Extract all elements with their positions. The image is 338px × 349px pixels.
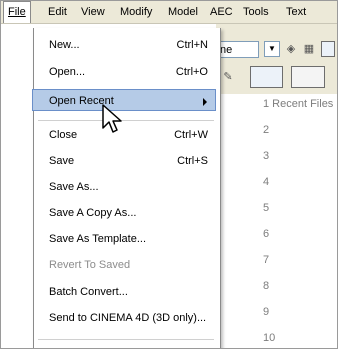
submenu-arrow-icon (203, 98, 207, 106)
menu-model[interactable]: Model (164, 1, 202, 23)
recent-file-8[interactable]: 8 (263, 280, 269, 292)
menu-item-save[interactable]: Save Ctrl+S (34, 150, 220, 172)
menu-item-save-a-copy-as[interactable]: Save A Copy As... (34, 202, 220, 224)
menu-item-close[interactable]: Close Ctrl+W (34, 124, 220, 146)
menu-item-open[interactable]: Open... Ctrl+O (34, 61, 220, 83)
snap-icon[interactable] (250, 66, 283, 88)
file-menu-dropdown: New... Ctrl+N Open... Ctrl+O Open Recent… (32, 28, 221, 348)
recent-file-3[interactable]: 3 (263, 150, 269, 162)
pencil-icon[interactable]: ✎ (220, 69, 236, 85)
menu-separator (38, 339, 214, 340)
menu-item-save-as-template[interactable]: Save As Template... (34, 228, 220, 250)
menu-bar: File Edit View Modify Model AEC Tools Te… (1, 1, 337, 24)
menu-separator (38, 120, 214, 121)
menu-item-open-recent[interactable]: Open Recent (32, 89, 216, 111)
app-window: File Edit View Modify Model AEC Tools Te… (0, 0, 338, 349)
mouse-cursor-icon (102, 104, 122, 133)
recent-file-10[interactable]: 10 (263, 332, 275, 344)
recent-file-7[interactable]: 7 (263, 254, 269, 266)
menu-item-batch-convert[interactable]: Batch Convert... (34, 281, 220, 303)
menu-text[interactable]: Text (282, 1, 310, 23)
layers-icon[interactable]: ◈ (283, 41, 299, 57)
menu-item-new[interactable]: New... Ctrl+N (34, 34, 220, 56)
menu-tools[interactable]: Tools (239, 1, 273, 23)
menu-item-save-as[interactable]: Save As... (34, 176, 220, 198)
layer-combo[interactable]: ne (216, 41, 259, 58)
recent-file-9[interactable]: 9 (263, 306, 269, 318)
menu-file[interactable]: File (3, 1, 31, 23)
palette-icon[interactable] (321, 41, 335, 57)
menu-edit[interactable]: Edit (44, 1, 71, 23)
recent-file-4[interactable]: 4 (263, 176, 269, 188)
recent-file-2[interactable]: 2 (263, 124, 269, 136)
recent-file-6[interactable]: 6 (263, 228, 269, 240)
rectangle-icon[interactable] (291, 66, 325, 88)
grid-icon[interactable]: ▦ (301, 41, 317, 57)
menu-modify[interactable]: Modify (116, 1, 156, 23)
menu-item-revert-to-saved: Revert To Saved (49, 259, 131, 271)
chevron-down-icon[interactable]: ▼ (264, 41, 280, 57)
recent-file-1[interactable]: 1 Recent Files (263, 98, 333, 110)
menu-aec[interactable]: AEC (206, 1, 237, 23)
menu-item-send-to-cinema-4d[interactable]: Send to CINEMA 4D (3D only)... (34, 307, 220, 329)
menu-view[interactable]: View (77, 1, 109, 23)
recent-file-5[interactable]: 5 (263, 202, 269, 214)
